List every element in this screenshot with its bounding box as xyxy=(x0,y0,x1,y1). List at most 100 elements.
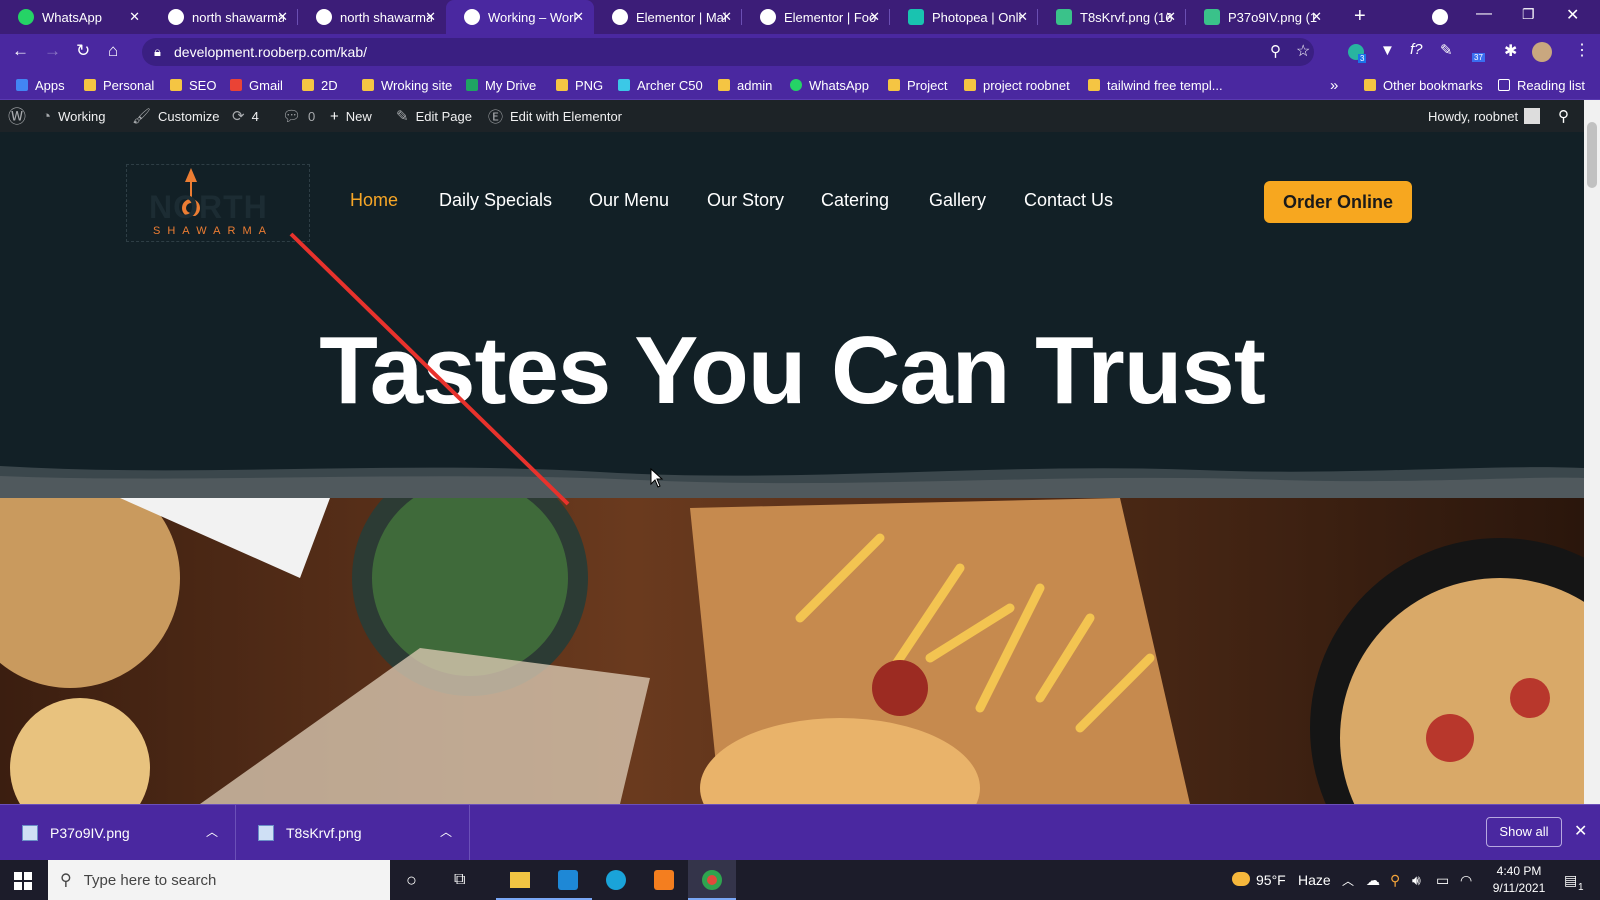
cortana-icon[interactable]: ○ xyxy=(406,860,417,900)
minimize-icon[interactable]: — xyxy=(1476,5,1492,23)
bookmark-project-roobnet[interactable]: project roobnet xyxy=(964,70,1070,100)
close-icon[interactable]: ✕ xyxy=(1311,9,1322,25)
chrome-app[interactable] xyxy=(688,860,736,900)
task-view-icon[interactable]: ⧉ xyxy=(454,860,465,900)
bookmark-wroking-site[interactable]: Wroking site xyxy=(362,70,452,100)
chevron-up-icon[interactable]: ︿ xyxy=(440,823,452,840)
weather-temp[interactable]: 95°F xyxy=(1256,860,1286,900)
weather-text[interactable]: Haze xyxy=(1298,860,1331,900)
reload-icon[interactable]: ↻ xyxy=(76,41,90,61)
wordpress-logo-icon[interactable]: Ⓦ xyxy=(8,100,33,132)
new-tab-icon[interactable]: + xyxy=(1354,5,1366,28)
tab-whatsapp[interactable]: WhatsApp ✕ xyxy=(0,0,150,34)
wp-updates[interactable]: ⟳ 4 xyxy=(232,100,259,132)
tab-elementor-food[interactable]: Elementor | Foo ✕ xyxy=(742,0,890,34)
bookmarks-overflow-icon[interactable]: » xyxy=(1330,70,1338,100)
wp-customize[interactable]: 🖌︎ Customize xyxy=(132,100,219,132)
window-close-icon[interactable]: ✕ xyxy=(1566,5,1579,25)
wp-search-icon[interactable]: ⚲ xyxy=(1558,100,1576,132)
close-icon[interactable]: ✕ xyxy=(869,9,880,25)
vertical-scrollbar[interactable] xyxy=(1584,100,1600,804)
tab-working-active[interactable]: Working – Worl ✕ xyxy=(446,0,594,34)
back-icon[interactable]: ← xyxy=(12,41,29,61)
wp-new[interactable]: + New xyxy=(330,100,372,132)
bookmark-png[interactable]: PNG xyxy=(556,70,603,100)
close-icon[interactable]: ✕ xyxy=(573,9,584,25)
lock-icon[interactable]: 🔒︎ xyxy=(154,44,161,60)
folder-icon xyxy=(964,79,976,91)
wifi-icon[interactable]: ◠ xyxy=(1460,860,1472,900)
restore-icon[interactable]: ❐ xyxy=(1522,6,1535,23)
profile-avatar[interactable] xyxy=(1532,42,1552,62)
bookmark-apps[interactable]: Apps xyxy=(16,70,65,100)
bookmark-label: Other bookmarks xyxy=(1383,77,1483,93)
bookmark-admin[interactable]: admin xyxy=(718,70,772,100)
tab-p37o9iv[interactable]: P37o9IV.png (1 ✕ xyxy=(1186,0,1332,34)
close-icon[interactable]: ✕ xyxy=(1574,821,1587,841)
download-item-t8skrvf[interactable]: T8sKrvf.png ︿ xyxy=(236,805,470,861)
bookmark-whatsapp[interactable]: WhatsApp xyxy=(790,70,869,100)
clock[interactable]: 4:40 PM 9/11/2021 xyxy=(1484,863,1554,897)
address-bar[interactable]: 🔒︎ development.rooberp.com/kab/ ⚲ ☆ xyxy=(142,38,1314,66)
scrollbar-thumb[interactable] xyxy=(1587,122,1597,188)
chevron-up-icon[interactable]: ︿ xyxy=(206,823,218,840)
bookmark-personal[interactable]: Personal xyxy=(84,70,154,100)
tab-north-shawarma-1[interactable]: north shawarma ✕ xyxy=(150,0,298,34)
puzzle-extensions-icon[interactable]: ✱ xyxy=(1504,41,1517,61)
volume-icon[interactable]: 🔊︎ xyxy=(1412,860,1421,900)
wp-comments[interactable]: 💬︎ 0 xyxy=(282,100,315,132)
vue-devtools-icon[interactable]: ▼ xyxy=(1380,42,1395,59)
wp-edit-page-label: Edit Page xyxy=(415,108,472,124)
wp-site-name[interactable]: ◔ Working xyxy=(42,100,106,132)
taskbar-search-box[interactable]: ⚲ Type here to search xyxy=(48,860,390,900)
weather-icon[interactable] xyxy=(1232,872,1250,886)
bookmark-project[interactable]: Project xyxy=(888,70,947,100)
bookmark-tailwind[interactable]: tailwind free templ... xyxy=(1088,70,1223,100)
font-icon[interactable]: f? xyxy=(1410,41,1423,58)
battery-icon[interactable]: ▭ xyxy=(1436,860,1449,900)
tab-photopea[interactable]: Photopea | Onli ✕ xyxy=(890,0,1038,34)
close-icon[interactable]: ✕ xyxy=(129,9,140,25)
xampp-icon xyxy=(654,870,674,890)
bookmark-seo[interactable]: SEO xyxy=(170,70,216,100)
close-icon[interactable]: ✕ xyxy=(721,9,732,25)
wp-howdy[interactable]: Howdy, roobnet xyxy=(1428,100,1541,132)
show-all-button[interactable]: Show all xyxy=(1486,817,1562,847)
bookmark-2d[interactable]: 2D xyxy=(302,70,338,100)
wp-edit-page[interactable]: ✎ Edit Page xyxy=(396,100,472,132)
notification-icon[interactable]: ▤ xyxy=(1564,860,1577,900)
wp-edit-elementor[interactable]: Ⓔ Edit with Elementor xyxy=(488,100,622,132)
forward-icon[interactable]: → xyxy=(44,41,61,61)
tab-t8skrvf[interactable]: T8sKrvf.png (16 ✕ xyxy=(1038,0,1186,34)
bookmark-gmail[interactable]: Gmail xyxy=(230,70,283,100)
close-icon[interactable]: ✕ xyxy=(1017,9,1028,25)
close-icon[interactable]: ✕ xyxy=(277,9,288,25)
vscode-app[interactable] xyxy=(544,860,592,900)
download-item-p37o9iv[interactable]: P37o9IV.png ︿ xyxy=(0,805,236,861)
reading-list[interactable]: Reading list xyxy=(1498,70,1585,100)
windows-start-icon[interactable] xyxy=(14,872,32,890)
pen-icon[interactable]: ✎ xyxy=(1440,41,1453,59)
tab-elementor-main[interactable]: Elementor | Mai ✕ xyxy=(594,0,742,34)
bookmark-label: project roobnet xyxy=(983,77,1070,93)
xampp-app[interactable] xyxy=(640,860,688,900)
file-explorer-app[interactable] xyxy=(496,860,544,900)
close-icon[interactable]: ✕ xyxy=(425,9,436,25)
bookmark-my-drive[interactable]: My Drive xyxy=(466,70,536,100)
chevron-up-icon[interactable]: ︿ xyxy=(1342,860,1354,900)
zoom-icon[interactable]: ⚲ xyxy=(1270,42,1281,60)
bookmark-other[interactable]: Other bookmarks xyxy=(1364,70,1483,100)
image-viewer-icon xyxy=(1204,9,1220,25)
cloud-icon[interactable]: ☁ xyxy=(1366,860,1380,900)
image-viewer-icon xyxy=(1056,9,1072,25)
edge-app[interactable] xyxy=(592,860,640,900)
home-icon[interactable]: ⌂ xyxy=(108,41,118,61)
close-icon[interactable]: ✕ xyxy=(1165,9,1176,25)
bookmark-star-icon[interactable]: ☆ xyxy=(1296,41,1310,61)
tab-search-icon[interactable] xyxy=(1432,9,1448,25)
bookmark-archer[interactable]: Archer C50 xyxy=(618,70,703,100)
sync-icon[interactable]: ⚲ xyxy=(1390,860,1400,900)
menu-kebab-icon[interactable]: ⋮ xyxy=(1574,40,1590,60)
tab-north-shawarma-2[interactable]: north shawarma ✕ xyxy=(298,0,446,34)
extension-badge: 3 xyxy=(1358,54,1367,63)
